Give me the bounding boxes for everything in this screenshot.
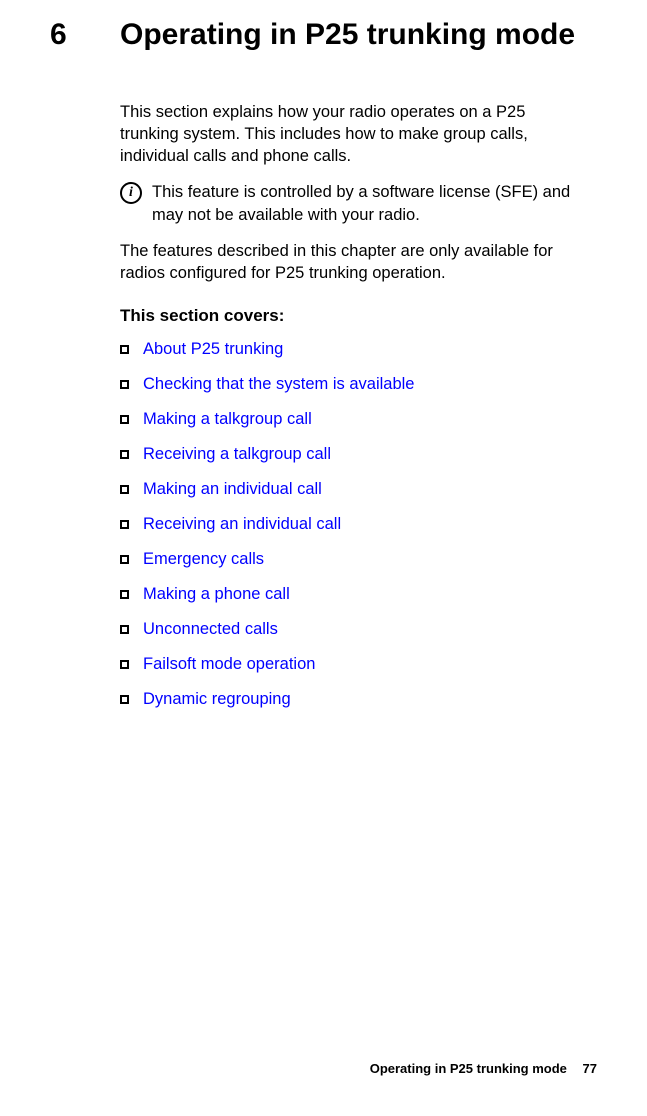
toc-link-making-individual[interactable]: Making an individual call — [143, 480, 322, 499]
footer-page-number: 77 — [583, 1061, 597, 1076]
section-covers-heading: This section covers: — [120, 306, 577, 326]
toc-link-phone[interactable]: Making a phone call — [143, 585, 290, 604]
bullet-icon — [120, 485, 129, 494]
footer-title: Operating in P25 trunking mode — [370, 1061, 567, 1076]
toc-item: Dynamic regrouping — [120, 690, 577, 709]
toc-link-emergency[interactable]: Emergency calls — [143, 550, 264, 569]
bullet-icon — [120, 555, 129, 564]
toc-item: Emergency calls — [120, 550, 577, 569]
toc-item: Making an individual call — [120, 480, 577, 499]
info-note: i This feature is controlled by a softwa… — [120, 181, 577, 226]
bullet-icon — [120, 415, 129, 424]
toc-link-failsoft[interactable]: Failsoft mode operation — [143, 655, 315, 674]
chapter-title: Operating in P25 trunking mode — [120, 18, 575, 53]
features-paragraph: The features described in this chapter a… — [120, 240, 577, 285]
bullet-icon — [120, 695, 129, 704]
page-footer: Operating in P25 trunking mode 77 — [370, 1061, 597, 1076]
bullet-icon — [120, 590, 129, 599]
bullet-icon — [120, 450, 129, 459]
bullet-icon — [120, 660, 129, 669]
toc-item: Making a phone call — [120, 585, 577, 604]
toc-link-dynamic[interactable]: Dynamic regrouping — [143, 690, 291, 709]
toc-item: Receiving a talkgroup call — [120, 445, 577, 464]
info-note-text: This feature is controlled by a software… — [152, 181, 577, 226]
bullet-icon — [120, 520, 129, 529]
toc-item: About P25 trunking — [120, 340, 577, 359]
toc-item: Making a talkgroup call — [120, 410, 577, 429]
intro-paragraph: This section explains how your radio ope… — [120, 101, 577, 168]
toc-link-about[interactable]: About P25 trunking — [143, 340, 283, 359]
toc-item: Receiving an individual call — [120, 515, 577, 534]
toc-link-receiving-talkgroup[interactable]: Receiving a talkgroup call — [143, 445, 331, 464]
toc-item: Unconnected calls — [120, 620, 577, 639]
bullet-icon — [120, 380, 129, 389]
toc-link-unconnected[interactable]: Unconnected calls — [143, 620, 278, 639]
info-icon: i — [120, 182, 142, 204]
chapter-header: 6 Operating in P25 trunking mode — [50, 18, 597, 53]
toc-item: Checking that the system is available — [120, 375, 577, 394]
toc-item: Failsoft mode operation — [120, 655, 577, 674]
toc-link-receiving-individual[interactable]: Receiving an individual call — [143, 515, 341, 534]
toc-link-making-talkgroup[interactable]: Making a talkgroup call — [143, 410, 312, 429]
toc-link-checking[interactable]: Checking that the system is available — [143, 375, 414, 394]
bullet-icon — [120, 625, 129, 634]
bullet-icon — [120, 345, 129, 354]
toc-list: About P25 trunking Checking that the sys… — [120, 340, 577, 709]
chapter-number: 6 — [50, 18, 120, 52]
